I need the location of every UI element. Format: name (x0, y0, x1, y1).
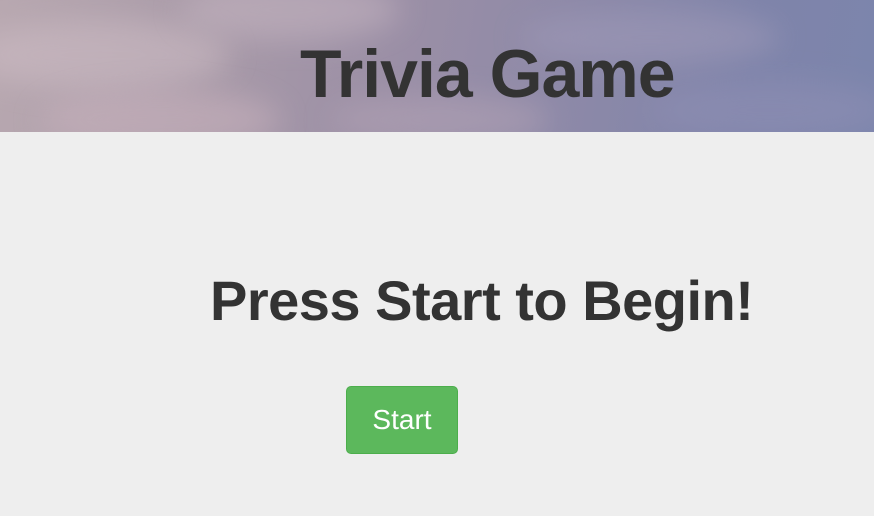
cloud-decoration (0, 20, 230, 90)
header-banner: Trivia Game (0, 0, 874, 132)
cloud-decoration (40, 90, 280, 132)
cloud-decoration (650, 80, 874, 132)
start-prompt: Press Start to Begin! (210, 269, 754, 332)
start-button[interactable]: Start (346, 386, 458, 454)
page-title: Trivia Game (300, 36, 676, 112)
